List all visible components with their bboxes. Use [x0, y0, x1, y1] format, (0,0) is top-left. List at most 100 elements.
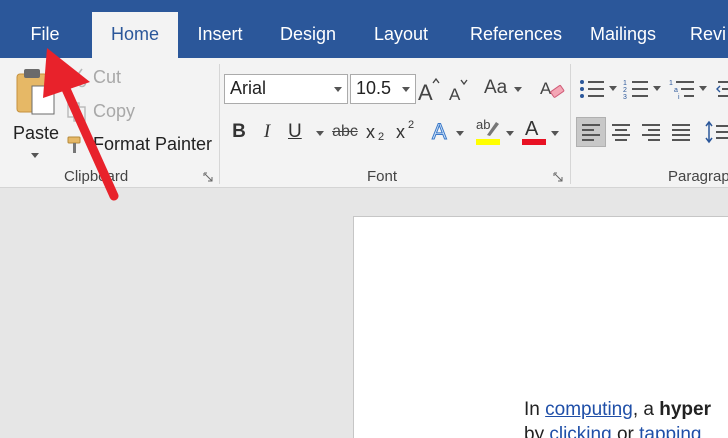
svg-text:A: A [418, 80, 433, 104]
subscript-label: x [366, 122, 375, 142]
underline-label: U [288, 121, 302, 142]
scissors-icon [67, 68, 87, 88]
svg-text:1: 1 [623, 80, 627, 87]
paste-button[interactable]: Paste [8, 64, 62, 162]
highlight-color-swatch [476, 139, 500, 145]
italic-button[interactable]: I [256, 117, 278, 147]
superscript-mark: 2 [408, 119, 415, 131]
font-name-box[interactable] [224, 74, 348, 104]
align-left-button[interactable] [576, 117, 606, 147]
clipboard-group-label: Clipboard [64, 168, 129, 185]
doc-bold-text: hyper [659, 399, 711, 420]
svg-text:3: 3 [623, 94, 627, 101]
tab-mailings[interactable]: Mailings [584, 12, 662, 58]
document-page[interactable]: In computing, a hyper by clicking or tap… [353, 216, 728, 438]
separator [570, 64, 571, 184]
copy-button[interactable]: Copy [66, 100, 166, 124]
copy-label: Copy [93, 101, 136, 121]
multilevel-list-button[interactable]: 1 a i [668, 76, 710, 102]
tab-design[interactable]: Design [270, 12, 346, 58]
text-effects-button[interactable]: A [430, 117, 470, 147]
shrink-font-button[interactable]: A [448, 74, 470, 104]
font-launcher-icon[interactable] [553, 172, 563, 182]
chevron-down-icon [456, 131, 464, 136]
decrease-indent-icon [716, 81, 728, 97]
svg-text:2: 2 [623, 87, 627, 94]
align-right-button[interactable] [636, 117, 666, 147]
tab-references[interactable]: References [458, 12, 574, 58]
separator [219, 64, 220, 184]
multilevel-list-icon: 1 a i [669, 80, 694, 101]
grow-font-button[interactable]: A [418, 74, 440, 105]
tab-insert[interactable]: Insert [188, 12, 252, 58]
subscript-mark: 2 [378, 131, 385, 143]
font-color-button[interactable]: A [520, 117, 564, 147]
paste-dropdown-icon [31, 153, 39, 158]
strikethrough-button[interactable]: abc [330, 117, 360, 147]
font-color-icon: A [525, 118, 539, 140]
justify-button[interactable] [666, 117, 696, 147]
format-painter-button[interactable]: Format Painter [66, 132, 214, 156]
svg-text:a: a [674, 87, 678, 94]
document-line: by clicking or tapping [524, 424, 701, 438]
format-painter-icon [67, 136, 81, 153]
document-line: In computing, a hyper [524, 399, 711, 421]
hyperlink-clicking[interactable]: clicking [549, 424, 611, 438]
paste-icon [16, 69, 55, 115]
chevron-down-icon [653, 86, 661, 91]
doc-text: In [524, 399, 540, 420]
font-size-box[interactable] [350, 74, 416, 104]
numbering-icon: 1 2 3 [623, 80, 648, 101]
ribbon-home: Paste Cut Copy Format Painter Clipboard [0, 58, 728, 188]
chevron-down-icon [506, 131, 514, 136]
cut-label: Cut [93, 67, 122, 87]
format-painter-label: Format Painter [93, 134, 213, 154]
decrease-indent-button[interactable] [716, 76, 728, 102]
paragraph-group-label: Paragrap [668, 168, 728, 185]
copy-icon [67, 102, 86, 122]
tab-home[interactable]: Home [92, 12, 178, 58]
font-name-input[interactable] [230, 78, 326, 99]
tab-review[interactable]: Revi [690, 12, 728, 58]
clear-formatting-icon: A [540, 79, 565, 98]
font-name-dropdown[interactable] [329, 75, 347, 103]
superscript-label: x [396, 122, 405, 142]
document-canvas: In computing, a hyper by clicking or tap… [0, 189, 728, 438]
grow-font-icon: A [418, 77, 440, 105]
font-group-label: Font [367, 168, 398, 185]
ribbon-tab-bar: File Home Insert Design Layout Reference… [0, 0, 728, 58]
doc-text: by [524, 424, 545, 438]
font-size-dropdown[interactable] [397, 75, 415, 103]
font-size-input[interactable] [356, 78, 398, 99]
svg-text:A: A [540, 79, 552, 98]
cut-button[interactable]: Cut [66, 66, 166, 90]
underline-button[interactable]: U [286, 117, 326, 147]
highlighter-pen-icon [487, 122, 499, 136]
clear-formatting-button[interactable]: A [540, 76, 566, 102]
subscript-button[interactable]: x 2 [364, 117, 390, 147]
chevron-down-icon [514, 87, 522, 92]
chevron-down-icon [699, 86, 707, 91]
shrink-font-icon: A [449, 79, 468, 104]
hyperlink-tapping[interactable]: tapping [639, 424, 701, 438]
hyperlink-computing[interactable]: computing [545, 399, 633, 420]
chevron-down-icon [402, 87, 410, 92]
change-case-button[interactable]: Aa [484, 74, 526, 104]
numbering-button[interactable]: 1 2 3 [622, 76, 664, 102]
svg-text:i: i [678, 94, 680, 101]
change-case-label: Aa [484, 77, 508, 98]
text-highlight-button[interactable]: ab [474, 117, 518, 147]
bold-button[interactable]: B [228, 117, 250, 147]
chevron-down-icon [551, 131, 559, 136]
clipboard-launcher-icon[interactable] [203, 172, 213, 182]
paste-label: Paste [13, 123, 60, 143]
superscript-button[interactable]: x 2 [394, 117, 420, 147]
bullets-button[interactable] [578, 76, 620, 102]
tab-layout[interactable]: Layout [362, 12, 440, 58]
text-effects-icon: A [432, 119, 448, 145]
line-spacing-button[interactable] [704, 117, 728, 147]
doc-text: or [616, 424, 634, 438]
tab-file[interactable]: File [14, 12, 76, 58]
align-center-button[interactable] [606, 117, 636, 147]
font-color-swatch [522, 139, 546, 145]
